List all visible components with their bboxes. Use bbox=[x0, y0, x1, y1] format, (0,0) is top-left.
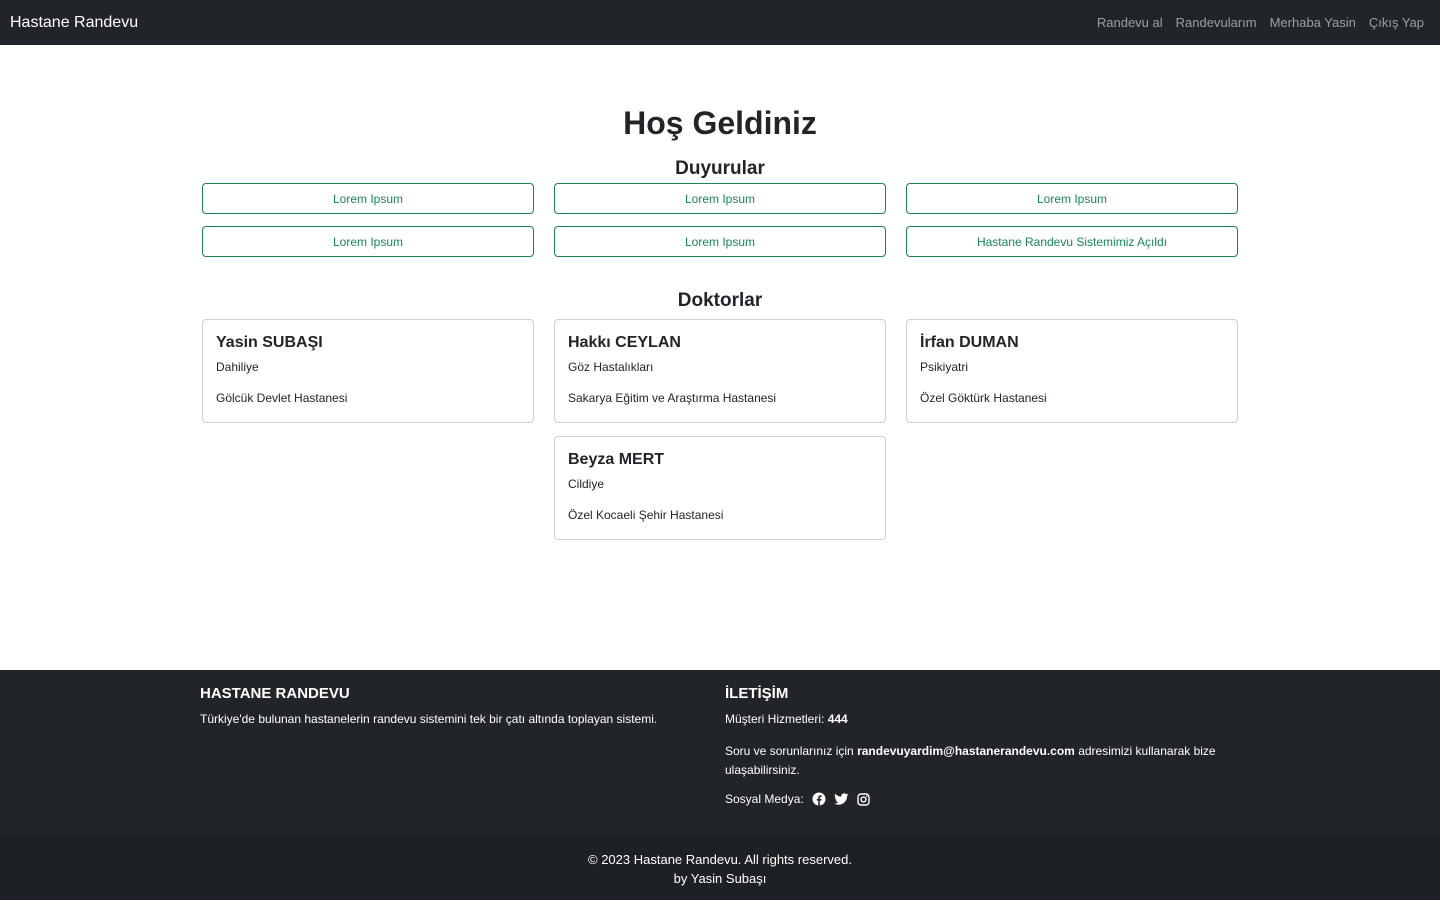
footer-about-text: Türkiye'de bulunan hastanelerin randevu … bbox=[200, 712, 658, 726]
announcement-button[interactable]: Lorem Ipsum bbox=[202, 226, 534, 257]
customer-service: Müşteri Hizmetleri: 444 bbox=[725, 710, 1240, 729]
doctor-hospital: Özel Kocaeli Şehir Hastanesi bbox=[568, 508, 724, 522]
doctor-card: Hakkı CEYLAN Göz Hastalıkları Sakarya Eğ… bbox=[554, 319, 886, 423]
brand-link[interactable]: Hastane Randevu bbox=[10, 14, 138, 32]
doctor-specialty: Göz Hastalıkları bbox=[568, 360, 654, 374]
announcement-button[interactable]: Hastane Randevu Sistemimiz Açıldı bbox=[906, 226, 1238, 257]
doctors-title: Doktorlar bbox=[677, 290, 763, 311]
announcement-button[interactable]: Lorem Ipsum bbox=[906, 183, 1238, 214]
support-prefix: Soru ve sorunlarınız için bbox=[725, 744, 854, 758]
doctor-specialty: Cildiye bbox=[568, 477, 605, 491]
announcement-button[interactable]: Lorem Ipsum bbox=[554, 183, 886, 214]
doctor-name: Yasin SUBAŞI bbox=[216, 334, 323, 351]
social-media: Sosyal Medya: bbox=[725, 792, 1240, 806]
footer-contact-title: İLETİŞİM bbox=[725, 685, 789, 702]
navbar: Hastane Randevu Randevu al Randevularım … bbox=[0, 0, 1440, 45]
doctor-hospital: Sakarya Eğitim ve Araştırma Hastanesi bbox=[568, 391, 777, 405]
announcements-title: Duyurular bbox=[675, 158, 765, 179]
instagram-icon[interactable] bbox=[857, 792, 870, 806]
facebook-icon[interactable] bbox=[812, 792, 826, 806]
page-title: Hoş Geldiniz bbox=[623, 105, 817, 141]
doctor-name: İrfan DUMAN bbox=[920, 334, 1019, 351]
footer-about-title: HASTANE RANDEVU bbox=[200, 685, 350, 702]
nav-link-greeting[interactable]: Merhaba Yasin bbox=[1270, 15, 1356, 30]
social-label: Sosyal Medya: bbox=[725, 792, 804, 806]
doctor-hospital: Özel Göktürk Hastanesi bbox=[920, 391, 1047, 405]
announcement-button[interactable]: Lorem Ipsum bbox=[554, 226, 886, 257]
main-content: Hoş Geldiniz Duyurular Lorem Ipsum Lorem… bbox=[202, 45, 1238, 540]
footer: HASTANE RANDEVU Türkiye'de bulunan hasta… bbox=[0, 670, 1440, 836]
author-credit: by Yasin Subaşı bbox=[673, 871, 767, 886]
copyright-text: © 2023 Hastane Randevu. All rights reser… bbox=[588, 852, 852, 867]
support-email: randevuyardim@hastanerandevu.com bbox=[857, 744, 1075, 758]
doctor-specialty: Dahiliye bbox=[216, 360, 259, 374]
doctor-hospital: Gölcük Devlet Hastanesi bbox=[216, 391, 348, 405]
twitter-icon[interactable] bbox=[833, 792, 849, 806]
support-text: Soru ve sorunlarınız için randevuyardim@… bbox=[725, 742, 1240, 780]
doctor-card: Yasin SUBAŞI Dahiliye Gölcük Devlet Hast… bbox=[202, 319, 534, 423]
announcement-button[interactable]: Lorem Ipsum bbox=[202, 183, 534, 214]
nav-link-randevu-al[interactable]: Randevu al bbox=[1097, 15, 1163, 30]
doctor-name: Beyza MERT bbox=[568, 451, 665, 468]
doctor-card: Beyza MERT Cildiye Özel Kocaeli Şehir Ha… bbox=[554, 436, 886, 540]
nav-links: Randevu al Randevularım Merhaba Yasin Çı… bbox=[1097, 15, 1424, 30]
copyright-bar: © 2023 Hastane Randevu. All rights reser… bbox=[0, 836, 1440, 900]
doctors-grid: Yasin SUBAŞI Dahiliye Gölcük Devlet Hast… bbox=[202, 319, 1238, 540]
footer-about: HASTANE RANDEVU Türkiye'de bulunan hasta… bbox=[200, 684, 725, 806]
doctor-specialty: Psikiyatri bbox=[920, 360, 969, 374]
doctor-card: İrfan DUMAN Psikiyatri Özel Göktürk Hast… bbox=[906, 319, 1238, 423]
customer-service-label: Müşteri Hizmetleri: bbox=[725, 712, 825, 726]
announcements-grid: Lorem Ipsum Lorem Ipsum Lorem Ipsum Lore… bbox=[202, 183, 1238, 257]
footer-contact: İLETİŞİM Müşteri Hizmetleri: 444 Soru ve… bbox=[725, 684, 1240, 806]
nav-link-logout[interactable]: Çıkış Yap bbox=[1369, 15, 1424, 30]
customer-service-number: 444 bbox=[827, 712, 848, 726]
nav-link-randevularim[interactable]: Randevularım bbox=[1176, 15, 1257, 30]
doctor-name: Hakkı CEYLAN bbox=[568, 334, 681, 351]
